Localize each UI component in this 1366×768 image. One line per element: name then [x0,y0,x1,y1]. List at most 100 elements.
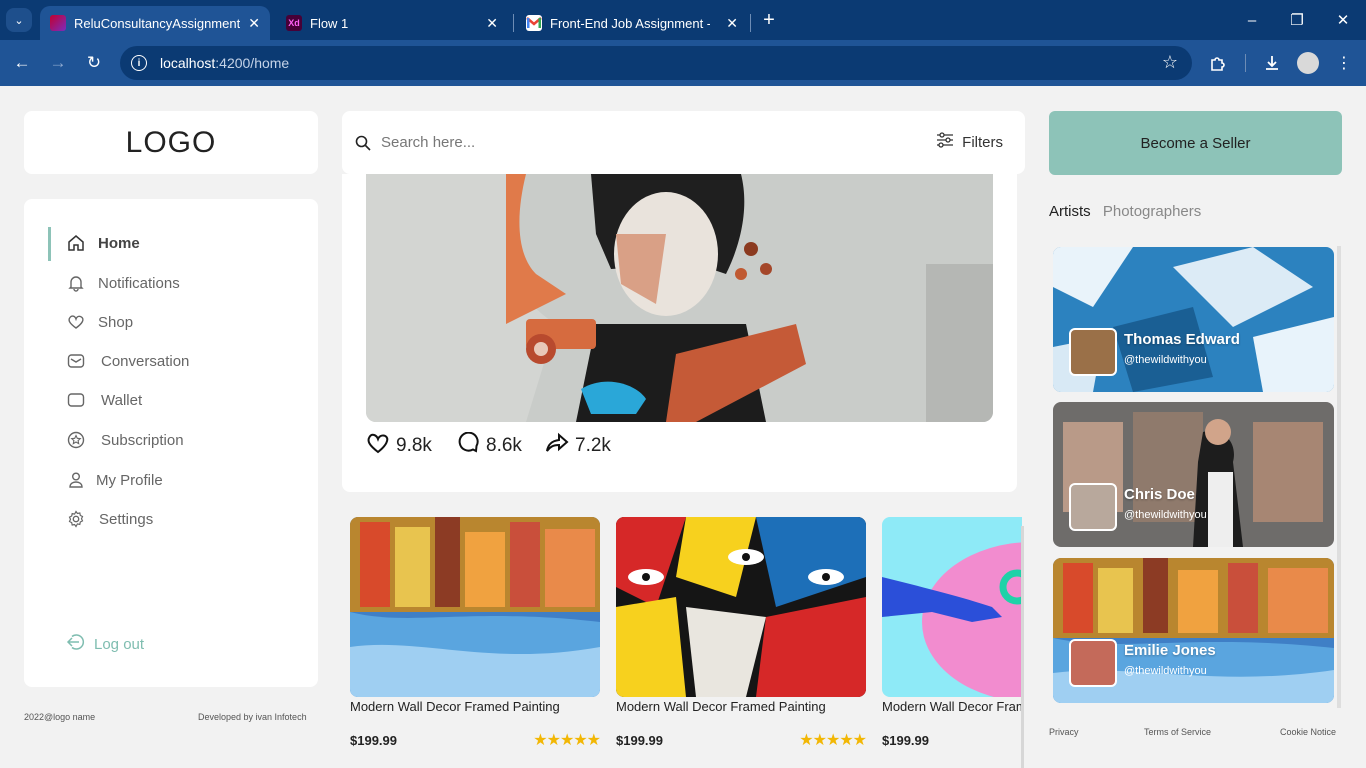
more-menu-icon[interactable]: ⋮ [1332,51,1356,75]
bookmark-star-icon[interactable]: ☆ [1162,52,1178,73]
tab-divider [513,14,514,32]
window-close-icon[interactable]: ✕ [1328,8,1358,32]
product-price: $199.99 [882,733,929,748]
browser-tab-flow[interactable]: Xd Flow 1 ✕ [276,6,508,40]
tab-photographers[interactable]: Photographers [1103,203,1201,220]
browser-tab-relu[interactable]: ReluConsultancyAssignment ✕ [40,6,270,40]
heart-icon [366,432,390,460]
sidebar-item-label: My Profile [96,471,163,489]
artist-avatar [1069,639,1117,687]
restore-icon[interactable]: ❐ [1282,8,1312,32]
sidebar-item-shop[interactable]: Shop [66,310,133,334]
sidebar-item-label: Subscription [101,431,184,449]
profile-avatar[interactable] [1297,52,1319,74]
product-card[interactable]: Modern Wall Decor Framed Painting $199.9… [616,517,867,749]
toolbar-divider [1245,54,1246,72]
post-image[interactable] [366,174,993,422]
artist-card[interactable]: Thomas Edward @thewildwithyou [1053,247,1334,392]
close-icon[interactable]: ✕ [248,15,260,32]
download-icon[interactable] [1260,51,1284,75]
search-input[interactable]: Search here... [381,134,475,151]
sidebar-item-label: Conversation [101,352,190,370]
tab-title: Flow 1 [310,15,349,31]
post-card: 9.8k 8.6k 7.2k [342,174,1017,492]
artist-handle: @thewildwithyou [1124,509,1207,521]
product-image[interactable] [882,517,1022,697]
products-scrollbar[interactable] [1021,526,1024,768]
tab-title: ReluConsultancyAssignment [74,15,241,31]
logo[interactable]: LOGO [126,126,217,160]
sidebar-item-home[interactable]: Home [66,231,140,255]
user-icon [66,470,86,490]
tab-divider [750,14,751,32]
sidebar-item-label: Shop [98,313,134,331]
footer-link-terms[interactable]: Terms of Service [1144,727,1211,737]
artist-list: Thomas Edward @thewildwithyou Chris Doe … [1049,246,1344,706]
app-page: LOGO Home Notifications Shop Conversatio… [0,86,1366,768]
close-icon[interactable]: ✕ [486,15,498,32]
url-text[interactable]: localhost:4200/home [160,55,289,71]
product-card[interactable]: Modern Wall Decor Framed Painting $199.9… [882,517,1022,748]
artist-card[interactable]: Emilie Jones @thewildwithyou [1053,558,1334,703]
site-info-icon[interactable]: i [131,55,147,71]
sidebar-item-label: Notifications [98,274,180,292]
artists-scrollbar[interactable] [1337,246,1341,708]
shares-stat[interactable]: 7.2k [545,432,611,460]
product-card[interactable]: Modern Wall Decor Framed Painting $199.9… [350,517,601,749]
gmail-icon [526,15,542,31]
artist-avatar [1069,328,1117,376]
sidebar-item-label: Home [98,234,140,252]
sidebar-item-my-profile[interactable]: My Profile [66,468,163,492]
tab-artists[interactable]: Artists [1049,203,1091,220]
footer-link-privacy[interactable]: Privacy [1049,727,1079,737]
artist-card[interactable]: Chris Doe @thewildwithyou [1053,402,1334,547]
star-badge-icon [66,430,86,450]
tab-search-chevron-icon[interactable]: ⌄ [6,8,32,32]
url-host: localhost [160,55,216,71]
sidebar-item-notifications[interactable]: Notifications [66,271,180,295]
likes-stat[interactable]: 9.8k [366,432,432,460]
close-icon[interactable]: ✕ [726,15,738,32]
product-price: $199.99 [350,733,397,748]
product-price: $199.99 [616,733,663,748]
logout-button[interactable]: Log out [66,633,144,655]
likes-count: 9.8k [396,435,432,456]
sidebar-item-settings[interactable]: Settings [66,507,153,531]
extensions-puzzle-icon[interactable] [1206,51,1230,75]
search-bar: Search here... Filters [342,111,1025,174]
search-icon [355,135,371,151]
sidebar-nav: Home Notifications Shop Conversation Wal… [24,199,318,687]
artist-handle: @thewildwithyou [1124,354,1207,366]
footer-link-cookies[interactable]: Cookie Notice [1280,727,1336,737]
active-indicator [48,227,51,261]
heart-icon [66,312,86,332]
sidebar-item-label: Settings [99,510,154,528]
artist-handle: @thewildwithyou [1124,665,1207,677]
new-tab-plus-icon[interactable]: + [758,8,780,32]
address-bar[interactable]: i localhost:4200/home ☆ [120,46,1192,80]
sliders-icon [936,131,954,153]
filters-button[interactable]: Filters [936,131,1003,153]
footer-copyright: 2022@logo name [24,712,96,722]
sidebar-item-wallet[interactable]: Wallet [66,388,142,412]
back-arrow-icon[interactable]: ← [10,51,34,75]
minimize-icon[interactable]: – [1237,8,1267,32]
sidebar-item-conversation[interactable]: Conversation [66,349,189,373]
product-image[interactable] [616,517,866,697]
logo-card: LOGO [24,111,318,174]
become-seller-button[interactable]: Become a Seller [1049,111,1342,175]
rating-stars-icon: ★★★★★ [799,732,867,749]
browser-tab-gmail[interactable]: Front-End Job Assignment - Rel ✕ [516,6,748,40]
reload-icon[interactable]: ↻ [82,51,106,75]
angular-icon [50,15,66,31]
browser-tab-strip: ⌄ ReluConsultancyAssignment ✕ Xd Flow 1 … [0,0,1366,40]
product-title: Modern Wall Decor Framed Painting [350,699,560,714]
comments-stat[interactable]: 8.6k [456,431,522,460]
wallet-icon [66,390,86,410]
forward-arrow-icon[interactable]: → [46,51,70,75]
sidebar-item-label: Wallet [101,391,143,409]
bell-icon [66,273,86,293]
sidebar-item-subscription[interactable]: Subscription [66,428,184,452]
product-image[interactable] [350,517,600,697]
product-title: Modern Wall Decor Framed Painting [882,699,1022,714]
